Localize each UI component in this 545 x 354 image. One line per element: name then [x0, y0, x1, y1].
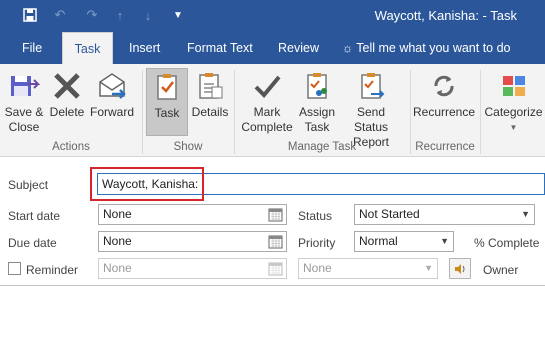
title-bar: ↶ ↷ ↑ ↓ ▼ Waycott, Kanisha: - Task [0, 0, 545, 32]
customize-icon[interactable]: ▼ [170, 7, 186, 23]
subject-highlight-box [90, 167, 204, 201]
delete-label: Delete [49, 105, 85, 119]
reminder-checkbox[interactable] [8, 262, 21, 275]
redo-icon[interactable]: ↷ [84, 7, 100, 23]
save-close-label-2: Close [8, 120, 40, 134]
categorize-button[interactable]: Categorize ▼ [482, 68, 545, 136]
reminder-time-value: None [303, 261, 332, 275]
ribbon: Save & Close Delete Forward Actions Task… [0, 64, 545, 157]
group-label-recurrence: Recurrence [415, 141, 475, 153]
task-view-label: Task [154, 106, 180, 120]
start-date-field[interactable]: None [98, 204, 287, 225]
checkmark-icon [254, 75, 281, 98]
status-value: Not Started [359, 207, 420, 221]
forward-icon [99, 73, 126, 99]
save-close-button[interactable]: Save & Close [3, 68, 45, 136]
owner-label: Owner [483, 263, 519, 277]
task-view-button[interactable]: Task [146, 68, 188, 136]
mark-complete-button[interactable]: Mark Complete [239, 68, 295, 136]
send-status-report-label-1: Send Status [353, 105, 389, 134]
chevron-down-icon: ▼ [521, 209, 530, 219]
reminder-date-field[interactable]: None [98, 258, 287, 279]
chevron-down-icon: ▼ [424, 263, 433, 273]
mark-complete-label-1: Mark [253, 105, 281, 119]
ribbon-tabs: File Task Insert Format Text Review ☼ Te… [0, 32, 545, 64]
tab-task[interactable]: Task [62, 32, 113, 64]
recurrence-label: Recurrence [412, 105, 476, 119]
recurrence-button[interactable]: Recurrence [412, 68, 476, 136]
tab-format-text[interactable]: Format Text [177, 32, 263, 64]
chevron-down-icon: ▼ [440, 236, 449, 246]
down-arrow-icon[interactable]: ↓ [140, 7, 156, 23]
categorize-label: Categorize [484, 105, 543, 119]
calendar-icon[interactable] [268, 261, 283, 276]
delete-button[interactable]: Delete [48, 68, 86, 136]
assign-task-button[interactable]: Assign Task [296, 68, 338, 136]
assign-task-icon [307, 73, 327, 99]
due-date-value: None [103, 234, 132, 248]
save-close-label-1: Save & [4, 105, 44, 119]
lightbulb-icon: ☼ [342, 41, 353, 55]
group-label-show: Show [173, 141, 203, 153]
save-icon[interactable] [22, 7, 38, 23]
window-title: Waycott, Kanisha: - Task [374, 8, 517, 23]
priority-value: Normal [359, 234, 398, 248]
calendar-icon[interactable] [268, 234, 283, 249]
group-label-actions: Actions [52, 141, 90, 153]
reminder-sound-button[interactable] [449, 258, 471, 279]
reminder-label: Reminder [26, 263, 79, 277]
task-body-editor[interactable] [0, 285, 545, 354]
send-status-report-icon [361, 73, 385, 99]
tab-insert[interactable]: Insert [119, 32, 170, 64]
categorize-icon [502, 76, 525, 96]
mark-complete-label-2: Complete [241, 120, 293, 134]
recurrence-icon [434, 75, 454, 97]
send-status-report-button[interactable]: Send Status Report [339, 68, 403, 149]
task-form: Subject Waycott, Kanisha: Start date Non… [0, 158, 545, 354]
percent-complete-label: % Complete [474, 236, 540, 250]
forward-button[interactable]: Forward [89, 68, 135, 136]
start-date-value: None [103, 207, 132, 221]
chevron-down-icon: ▼ [509, 123, 518, 132]
tell-me-label: Tell me what you want to do [356, 41, 511, 55]
assign-task-label-1: Assign [298, 105, 336, 119]
save-close-icon [11, 76, 40, 96]
details-icon [199, 73, 223, 99]
forward-label: Forward [89, 105, 134, 119]
reminder-date-value: None [103, 261, 132, 275]
delete-icon [54, 73, 80, 99]
start-date-label: Start date [8, 209, 61, 223]
group-separator [480, 70, 481, 154]
group-label-manage-task: Manage Task [287, 141, 357, 153]
up-arrow-icon[interactable]: ↑ [112, 7, 128, 23]
details-label: Details [191, 105, 229, 119]
tab-review[interactable]: Review [268, 32, 329, 64]
reminder-time-select[interactable]: None ▼ [298, 258, 438, 279]
undo-icon[interactable]: ↶ [52, 7, 68, 23]
subject-label: Subject [8, 178, 49, 192]
details-button[interactable]: Details [190, 68, 230, 136]
speaker-icon [455, 263, 465, 274]
tab-file[interactable]: File [12, 32, 52, 64]
assign-task-label-2: Task [304, 120, 330, 134]
due-date-label: Due date [8, 236, 57, 250]
calendar-icon[interactable] [268, 207, 283, 222]
due-date-field[interactable]: None [98, 231, 287, 252]
task-icon [157, 74, 177, 100]
status-label: Status [298, 209, 333, 223]
status-select[interactable]: Not Started ▼ [354, 204, 535, 225]
priority-select[interactable]: Normal ▼ [354, 231, 454, 252]
tell-me-search[interactable]: ☼ Tell me what you want to do [336, 32, 521, 64]
priority-label: Priority [298, 236, 336, 250]
